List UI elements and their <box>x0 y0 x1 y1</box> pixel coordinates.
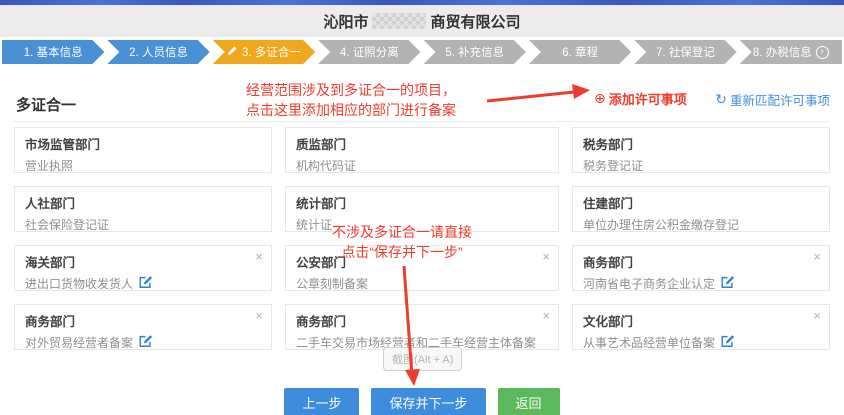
certificate-name: 税务登记证 <box>583 157 643 174</box>
footer-actions: 上一步 保存并下一步 返回 <box>0 388 844 415</box>
step-tax-info[interactable]: 8. 办税信息 › <box>740 40 842 64</box>
edit-icon[interactable] <box>720 275 735 292</box>
step-basic-info[interactable]: 1. 基本信息 <box>2 40 104 64</box>
rematch-permit-button[interactable]: ↻ 重新匹配许可事项 <box>715 90 830 109</box>
department-name: 统计部门 <box>296 193 536 212</box>
step-label: 7. 社保登记 <box>656 44 715 60</box>
permit-card-commerce-foreign-trade: × 商务部门 对外贸易经营者备案 <box>14 304 272 350</box>
edit-icon[interactable] <box>720 334 735 351</box>
certificate-name: 从事艺术品经营单位备案 <box>583 334 715 351</box>
step-charter[interactable]: 6. 章程 <box>529 40 631 64</box>
prev-step-button[interactable]: 上一步 <box>284 388 359 415</box>
close-icon[interactable]: × <box>813 309 821 322</box>
certificate-name: 公章刻制备案 <box>296 275 368 292</box>
step-wizard: 1. 基本信息 2. 人员信息 3. 多证合一 4. 证照分离 5. 补充信息 … <box>2 40 842 64</box>
step-label: 4. 证照分离 <box>340 44 399 60</box>
permit-card-human-resources: 人社部门 社会保险登记证 <box>14 186 272 232</box>
annotation-line: 点击这里添加相应的部门进行备案 <box>246 100 456 120</box>
department-name: 商务部门 <box>296 311 536 330</box>
plus-circle-icon: ⊕ <box>594 90 606 107</box>
company-title: 沁阳市 商贸有限公司 <box>323 11 520 32</box>
rematch-permit-label: 重新匹配许可事项 <box>730 90 830 109</box>
edit-icon[interactable] <box>138 275 153 292</box>
department-name: 商务部门 <box>583 252 807 271</box>
certificate-name: 机构代码证 <box>296 157 356 174</box>
department-name: 海关部门 <box>25 252 249 271</box>
multi-cert-wizard-page: 沁阳市 商贸有限公司 1. 基本信息 2. 人员信息 3. 多证合一 4. 证照… <box>0 0 844 415</box>
annotation-line: 不涉及多证合一请直接 <box>312 222 492 242</box>
section-title: 多证合一 <box>16 94 76 115</box>
annotation-line: 经营范围涉及到多证合一的项目， <box>246 80 456 100</box>
pencil-icon <box>227 45 238 59</box>
close-icon[interactable]: × <box>542 309 550 322</box>
department-name: 人社部门 <box>25 193 249 212</box>
screenshot-shortcut-tooltip: 截图(Alt + A) <box>383 347 462 371</box>
permit-card-customs: × 海关部门 进出口货物收发货人 <box>14 245 272 291</box>
department-name: 税务部门 <box>583 134 807 153</box>
chevron-right-circle-icon[interactable]: › <box>816 46 829 59</box>
step-supplement-info[interactable]: 5. 补充信息 <box>424 40 526 64</box>
department-name: 商务部门 <box>25 311 249 330</box>
permit-card-quality-supervision: 质监部门 机构代码证 <box>285 127 559 173</box>
department-name: 住建部门 <box>583 193 807 212</box>
permit-card-market-regulation: 市场监管部门 营业执照 <box>14 127 272 173</box>
add-permit-label: 添加许可事项 <box>609 89 687 108</box>
step-label: 6. 章程 <box>562 44 598 60</box>
step-label: 8. 办税信息 <box>753 44 812 60</box>
step-label: 5. 补充信息 <box>445 44 504 60</box>
certificate-name: 营业执照 <box>25 157 73 174</box>
certificate-name: 社会保险登记证 <box>25 216 109 233</box>
step-label: 2. 人员信息 <box>129 44 188 60</box>
edit-icon[interactable] <box>138 334 153 351</box>
company-title-prefix: 沁阳市 <box>323 11 368 32</box>
permit-card-tax: 税务部门 税务登记证 <box>572 127 830 173</box>
close-icon[interactable]: × <box>255 250 263 263</box>
department-name: 市场监管部门 <box>25 134 249 153</box>
department-name: 文化部门 <box>583 311 807 330</box>
page-header: 沁阳市 商贸有限公司 <box>0 5 844 37</box>
step-multi-cert[interactable]: 3. 多证合一 <box>213 40 315 64</box>
redacted-company-name <box>372 13 426 29</box>
certificate-name: 河南省电子商务企业认定 <box>583 275 715 292</box>
annotation-line: 点击“保存并下一步” <box>312 242 492 262</box>
permit-card-commerce-used-car: × 商务部门 二手车交易市场经营者和二手车经营主体备案 <box>285 304 559 350</box>
step-label: 3. 多证合一 <box>242 44 301 60</box>
section-divider <box>14 121 830 122</box>
permit-card-culture: × 文化部门 从事艺术品经营单位备案 <box>572 304 830 350</box>
annotation-save-next: 不涉及多证合一请直接 点击“保存并下一步” <box>312 222 492 262</box>
refresh-icon: ↻ <box>715 91 727 108</box>
certificate-name: 单位办理住房公积金缴存登记 <box>583 216 739 233</box>
close-icon[interactable]: × <box>542 250 550 263</box>
annotation-add-permit: 经营范围涉及到多证合一的项目， 点击这里添加相应的部门进行备案 <box>246 80 456 120</box>
step-social-security[interactable]: 7. 社保登记 <box>634 40 736 64</box>
permit-card-housing-construction: 住建部门 单位办理住房公积金缴存登记 <box>572 186 830 232</box>
certificate-name: 进出口货物收发货人 <box>25 275 133 292</box>
certificate-name: 对外贸易经营者备案 <box>25 334 133 351</box>
close-icon[interactable]: × <box>255 309 263 322</box>
step-personnel-info[interactable]: 2. 人员信息 <box>107 40 209 64</box>
back-button[interactable]: 返回 <box>498 388 560 415</box>
step-label: 1. 基本信息 <box>24 44 83 60</box>
save-next-button[interactable]: 保存并下一步 <box>371 388 485 415</box>
close-icon[interactable]: × <box>813 250 821 263</box>
department-name: 质监部门 <box>296 134 536 153</box>
permit-card-commerce-ecommerce: × 商务部门 河南省电子商务企业认定 <box>572 245 830 291</box>
add-permit-button[interactable]: ⊕ 添加许可事项 <box>594 89 687 108</box>
company-title-suffix: 商贸有限公司 <box>431 11 521 32</box>
step-cert-separation[interactable]: 4. 证照分离 <box>318 40 420 64</box>
